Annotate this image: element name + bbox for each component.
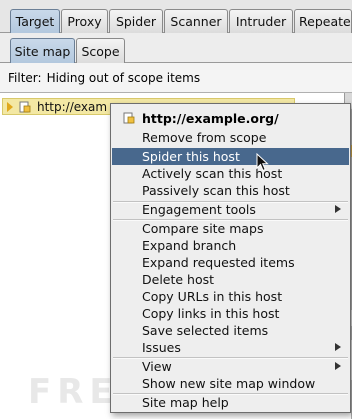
menu-item-remove-from-scope[interactable]: Remove from scope (112, 129, 349, 146)
menu-item-view[interactable]: View (112, 358, 349, 375)
tab-scope[interactable]: Scope (76, 38, 125, 63)
menu-item-copy-urls[interactable]: Copy URLs in this host (112, 288, 349, 305)
main-tab-bar: Target Proxy Spider Scanner Intruder Rep… (0, 0, 352, 33)
menu-item-engagement-tools[interactable]: Engagement tools (112, 201, 349, 218)
context-menu: http://example.org/ Remove from scope Sp… (110, 103, 351, 413)
menu-header: http://example.org/ (111, 108, 350, 128)
menu-item-delete-host[interactable]: Delete host (112, 271, 349, 288)
submenu-arrow-icon (335, 205, 341, 213)
tab-proxy[interactable]: Proxy (61, 9, 108, 33)
expand-arrow-icon[interactable] (7, 101, 13, 112)
menu-item-spider-this-host[interactable]: Spider this host (112, 148, 349, 165)
menu-item-expand-branch[interactable]: Expand branch (112, 237, 349, 254)
menu-item-issues[interactable]: Issues (112, 339, 349, 356)
menu-item-label: Issues (142, 340, 181, 355)
tab-repeater[interactable]: Repeater (294, 9, 352, 33)
tab-scanner[interactable]: Scanner (164, 9, 228, 33)
menu-item-passively-scan[interactable]: Passively scan this host (112, 182, 349, 199)
filter-bar[interactable]: Filter: Hiding out of scope items (0, 63, 352, 93)
mouse-cursor-icon (256, 153, 269, 172)
sub-tab-bar: Site map Scope (0, 33, 352, 63)
menu-header-label: http://example.org/ (142, 110, 279, 126)
submenu-arrow-icon (335, 343, 341, 351)
tab-target[interactable]: Target (10, 9, 60, 33)
host-folder-icon (123, 112, 135, 124)
filter-label: Filter: (8, 70, 42, 85)
menu-item-copy-links[interactable]: Copy links in this host (112, 305, 349, 322)
menu-item-label: View (142, 359, 172, 374)
menu-item-expand-requested[interactable]: Expand requested items (112, 254, 349, 271)
tab-site-map[interactable]: Site map (10, 38, 75, 63)
submenu-arrow-icon (335, 362, 341, 370)
host-folder-icon (19, 101, 31, 113)
menu-item-site-map-help[interactable]: Site map help (112, 394, 349, 411)
menu-item-actively-scan[interactable]: Actively scan this host (112, 165, 349, 182)
filter-text: Hiding out of scope items (46, 70, 201, 85)
menu-item-show-new-window[interactable]: Show new site map window (112, 375, 349, 392)
menu-item-compare-site-maps[interactable]: Compare site maps (112, 220, 349, 237)
menu-item-label: Engagement tools (142, 202, 256, 217)
tab-spider[interactable]: Spider (109, 9, 163, 33)
menu-item-save-selected[interactable]: Save selected items (112, 322, 349, 339)
tree-host-label: http://examp (37, 99, 107, 114)
tab-intruder[interactable]: Intruder (229, 9, 293, 33)
